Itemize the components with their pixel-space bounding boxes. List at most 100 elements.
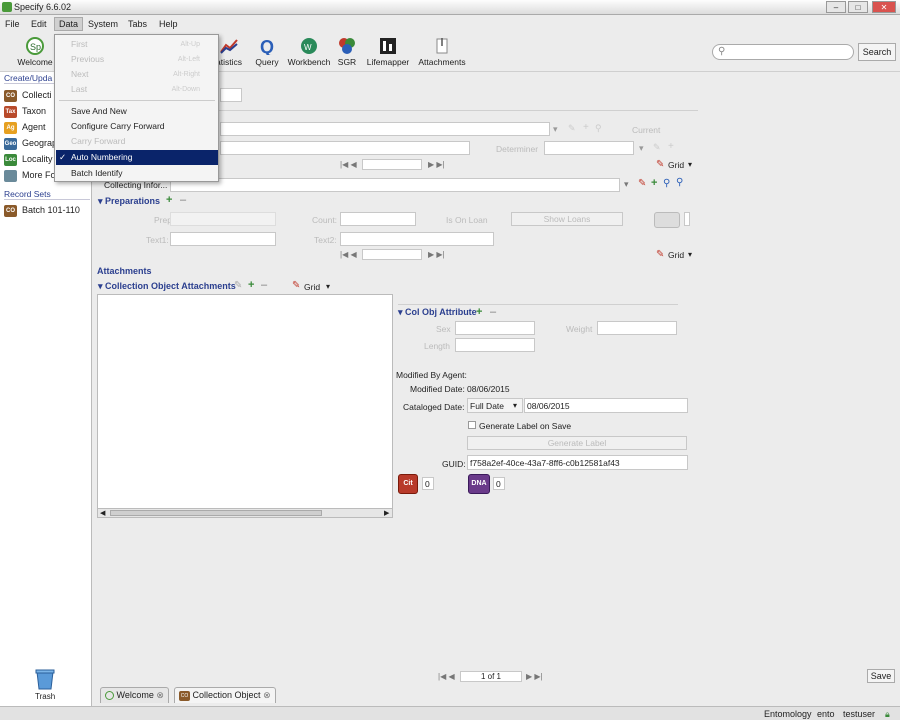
search-button[interactable]: Search [858, 43, 896, 61]
sex-field[interactable] [455, 321, 535, 335]
prep-icon[interactable] [654, 212, 680, 228]
preparations-section[interactable]: ▾ Preparations [98, 196, 160, 207]
menu-item-save-and-new[interactable]: Save And New [71, 104, 216, 119]
record-set-item[interactable]: CO Batch 101-110 [4, 203, 80, 217]
search-icon[interactable]: ⚲ [663, 178, 670, 189]
sidebar-item-taxon[interactable]: Tax Taxon [4, 104, 46, 118]
grid-icon[interactable]: ✎ [292, 280, 300, 291]
attachment-list[interactable] [97, 294, 393, 518]
sidebar-item-locality[interactable]: Loc Locality [4, 152, 53, 166]
search-icon[interactable]: ⚲ [595, 123, 602, 134]
query-button[interactable]: Q Query [244, 37, 290, 67]
text2-field[interactable] [340, 232, 494, 246]
cataloged-date-field[interactable]: 08/06/2015 [524, 398, 688, 413]
dna-button[interactable]: DNA [468, 474, 490, 494]
chevron-down-icon[interactable]: ▾ [624, 179, 629, 190]
menu-data[interactable]: Data [54, 17, 84, 31]
scroll-left-icon[interactable]: ◀ [100, 509, 105, 517]
chevron-down-icon[interactable]: ▾ [553, 124, 558, 135]
co-attachments-section[interactable]: ▾ Collection Object Attachments [98, 281, 236, 292]
attachments-button[interactable]: Attachments [416, 37, 468, 67]
add-icon[interactable]: + [583, 122, 589, 133]
qualifier-field[interactable] [220, 141, 470, 155]
scroll-thumb[interactable] [110, 510, 322, 516]
citation-button[interactable]: Cit [398, 474, 418, 494]
welcome-button[interactable]: Sp Welcome [12, 37, 58, 67]
grid-icon[interactable]: ✎ [656, 159, 664, 170]
close-icon[interactable]: ⊗ [263, 690, 271, 700]
edit-icon[interactable]: ✎ [234, 280, 242, 291]
record-position[interactable]: 1 of 1 [460, 671, 522, 682]
sidebar-item-geography[interactable]: Geo Geograp [4, 136, 57, 150]
minimize-button[interactable]: – [826, 1, 846, 13]
menu-system[interactable]: System [88, 19, 118, 29]
determination-record-field[interactable] [362, 159, 422, 170]
menu-item-next[interactable]: Next Alt-Right [71, 67, 216, 82]
close-button[interactable]: ✕ [872, 1, 896, 13]
chevron-down-icon[interactable]: ▾ [326, 282, 330, 291]
maximize-button[interactable]: □ [848, 1, 868, 13]
cataloged-date-type-select[interactable]: Full Date ▾ [467, 398, 523, 413]
add-icon[interactable]: + [166, 194, 172, 206]
prep-type-field[interactable] [170, 212, 276, 226]
taxon-field[interactable] [220, 122, 550, 136]
grid-icon[interactable]: ✎ [656, 249, 664, 260]
add-icon[interactable]: + [651, 177, 657, 189]
lock-icon[interactable]: 🔒︎ [885, 709, 890, 720]
record-last-icon[interactable]: ▶ ▶| [526, 672, 543, 681]
scroll-right-icon[interactable]: ▶ [384, 509, 389, 517]
menu-help[interactable]: Help [159, 19, 178, 29]
menu-item-auto-numbering[interactable]: ✓ Auto Numbering [56, 150, 218, 165]
menu-item-configure-carry-forward[interactable]: Configure Carry Forward [71, 119, 216, 134]
menu-file[interactable]: File [5, 19, 20, 29]
search-input[interactable]: ⚲ [712, 44, 854, 60]
add-icon[interactable]: + [668, 141, 674, 152]
edit-icon[interactable]: ✎ [653, 142, 661, 153]
determination-last-icon[interactable]: ▶ ▶| [428, 160, 445, 169]
count-field[interactable] [340, 212, 416, 226]
save-button[interactable]: Save [867, 669, 895, 683]
chevron-down-icon[interactable]: ▾ [688, 250, 692, 259]
edit-icon[interactable]: ✎ [638, 178, 646, 189]
length-field[interactable] [455, 338, 535, 352]
remove-icon[interactable]: – [180, 194, 186, 206]
grid-label[interactable]: Grid [668, 250, 684, 260]
sidebar-item-agent[interactable]: Ag Agent [4, 120, 46, 134]
trash-icon[interactable] [34, 668, 56, 690]
magnifier-icon[interactable]: ⚲ [676, 177, 683, 188]
chevron-down-icon[interactable]: ▾ [688, 160, 692, 169]
remove-icon[interactable]: – [490, 306, 496, 318]
lifemapper-button[interactable]: Lifemapper [362, 37, 414, 67]
prep-first-icon[interactable]: |◀ ◀ [340, 250, 357, 259]
determination-first-icon[interactable]: |◀ ◀ [340, 160, 357, 169]
prep-last-icon[interactable]: ▶ ▶| [428, 250, 445, 259]
col-obj-attribute-section[interactable]: ▾ Col Obj Attribute [398, 307, 477, 318]
show-loans-button[interactable]: Show Loans [511, 212, 623, 226]
guid-field[interactable]: f758a2ef-40ce-43a7-8ff6-c0b12581af43 [467, 455, 688, 470]
record-first-icon[interactable]: |◀ ◀ [438, 672, 455, 681]
menu-item-last[interactable]: Last Alt-Down [71, 82, 216, 97]
horizontal-scrollbar[interactable]: ◀ ▶ [97, 508, 393, 518]
menu-item-first[interactable]: First Alt-Up [71, 37, 216, 52]
menu-item-batch-identify[interactable]: Batch Identify [71, 166, 216, 181]
generate-label-button[interactable]: Generate Label [467, 436, 687, 450]
prep-record-field[interactable] [362, 249, 422, 260]
tab-collection-object[interactable]: CO Collection Object ⊗ [174, 687, 276, 703]
chevron-down-icon[interactable]: ▾ [639, 143, 644, 154]
menu-item-previous[interactable]: Previous Alt-Left [71, 52, 216, 67]
collecting-info-field[interactable] [170, 178, 620, 192]
catalog-number-field[interactable] [220, 88, 242, 102]
menu-item-carry-forward[interactable]: Carry Forward [71, 134, 216, 149]
edit-icon[interactable]: ✎ [568, 123, 576, 134]
add-icon[interactable]: + [476, 306, 482, 318]
sidebar-item-collection-object[interactable]: CO Collecti [4, 88, 52, 102]
close-icon[interactable]: ⊗ [156, 690, 164, 700]
weight-field[interactable] [597, 321, 677, 335]
menu-edit[interactable]: Edit [31, 19, 47, 29]
generate-label-checkbox[interactable] [468, 421, 476, 429]
add-icon[interactable]: + [248, 279, 254, 291]
menu-tabs[interactable]: Tabs [128, 19, 147, 29]
remove-icon[interactable]: – [261, 279, 267, 291]
text1-field[interactable] [170, 232, 276, 246]
grid-label[interactable]: Grid [304, 282, 320, 292]
